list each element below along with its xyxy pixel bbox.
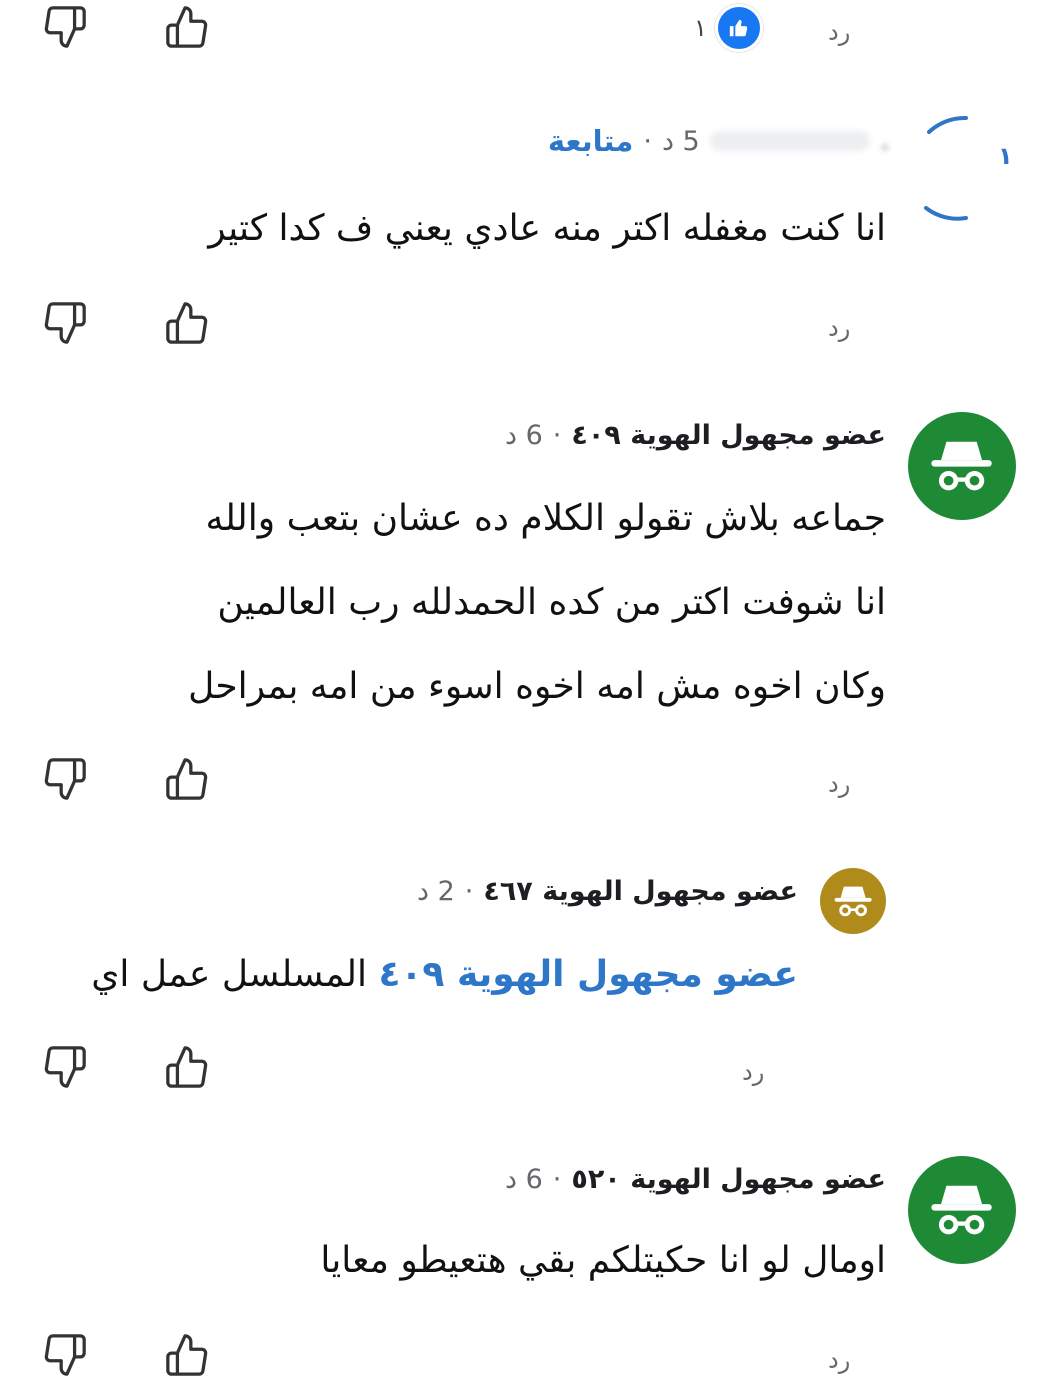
comment-text: انا كنت مغفله اكتر منه عادي يعني ف كدا ك…	[208, 208, 886, 249]
dislike-icon[interactable]	[42, 1332, 88, 1378]
dislike-icon[interactable]	[42, 756, 88, 802]
like-icon[interactable]	[164, 300, 210, 346]
comment-text-line-3: وكان اخوه مش امه اخوه اسوء من امه بمراحل	[188, 666, 886, 707]
follow-button[interactable]: متابعة	[548, 124, 634, 158]
like-reaction-icon	[714, 4, 763, 52]
svg-text:١: ١	[998, 142, 1013, 170]
incognito-icon	[931, 442, 993, 491]
comment-time: 5 د	[661, 125, 700, 157]
dislike-icon[interactable]	[42, 1044, 88, 1090]
comment-header: . 5 د · متابعة	[548, 124, 890, 158]
author-name[interactable]: عضو مجهول الهوية ٥٢٠	[571, 1164, 886, 1195]
comment-text: عضو مجهول الهوية ٤٠٩ المسلسل عمل اي	[91, 954, 798, 995]
reply-link[interactable]: رد	[828, 314, 850, 342]
comment-header: عضو مجهول الهوية ٤٦٧ · 2 د	[417, 876, 798, 907]
comment-time: 6 د	[504, 420, 543, 451]
comment-text-line-1: جماعه بلاش تقولو الكلام ده عشان بتعب وال…	[205, 498, 886, 539]
reaction-count: ١	[694, 14, 707, 42]
separator: ·	[643, 125, 652, 157]
dislike-icon[interactable]	[42, 4, 88, 50]
reaction-summary[interactable]: ١	[694, 4, 763, 52]
reply-link[interactable]: رد	[828, 18, 850, 46]
comment-text: اومال لو انا حكيتلكم بقي هتعيطو معايا	[320, 1240, 886, 1281]
incognito-icon	[931, 1186, 993, 1235]
avatar[interactable]	[908, 1156, 1016, 1264]
author-name[interactable]: .	[880, 126, 890, 157]
comment-time: 2 د	[416, 876, 455, 907]
reply-link[interactable]: رد	[828, 770, 850, 798]
author-name-blurred	[709, 131, 870, 151]
mention-link[interactable]: عضو مجهول الهوية ٤٠٩	[378, 954, 798, 995]
comment-header: عضو مجهول الهوية ٥٢٠ · 6 د	[505, 1164, 886, 1195]
like-icon[interactable]	[164, 1332, 210, 1378]
dislike-icon[interactable]	[42, 300, 88, 346]
separator: ·	[552, 1164, 562, 1195]
like-icon[interactable]	[164, 756, 210, 802]
author-name[interactable]: عضو مجهول الهوية ٤٦٧	[483, 876, 798, 907]
avatar[interactable]	[908, 412, 1016, 520]
reply-link[interactable]: رد	[742, 1058, 764, 1086]
reply-link[interactable]: رد	[828, 1346, 850, 1374]
avatar-ring-icon: ١	[924, 115, 1013, 221]
comment-time: 6 د	[504, 1164, 543, 1195]
incognito-icon	[834, 886, 872, 917]
avatar[interactable]: ١	[914, 112, 1022, 224]
like-icon[interactable]	[164, 4, 210, 50]
avatar[interactable]	[820, 868, 886, 934]
comment-text-line-2: انا شوفت اكتر من كده الحمدلله رب العالمي…	[217, 582, 886, 623]
comment-header: عضو مجهول الهوية ٤٠٩ · 6 د	[505, 420, 886, 451]
like-icon[interactable]	[164, 1044, 210, 1090]
author-name[interactable]: عضو مجهول الهوية ٤٠٩	[571, 420, 886, 451]
separator: ·	[552, 420, 562, 451]
separator: ·	[464, 876, 474, 907]
comment-text-body: المسلسل عمل اي	[91, 954, 368, 995]
